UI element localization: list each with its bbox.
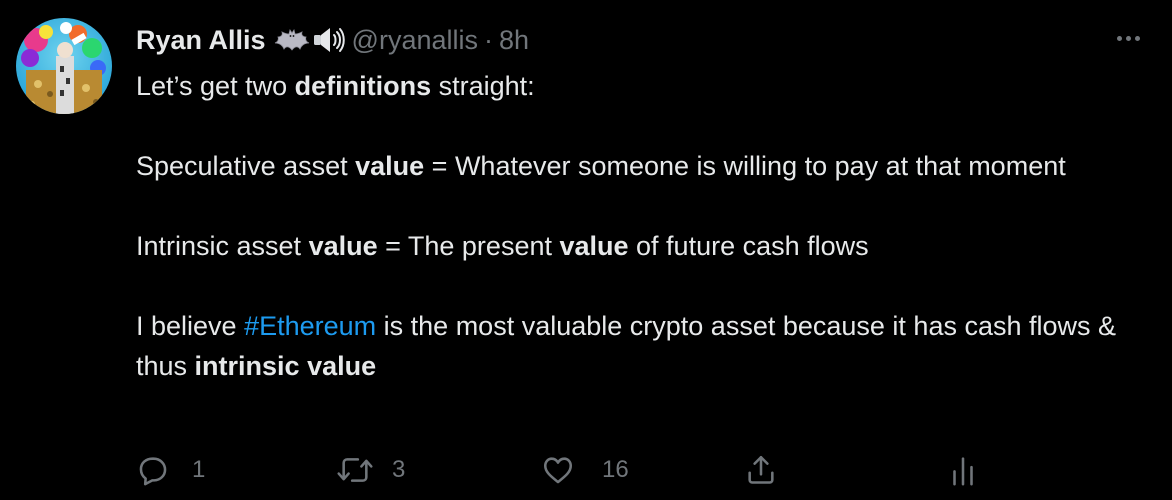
display-name[interactable]: Ryan Allis xyxy=(136,25,266,56)
text-segment: of future cash flows xyxy=(628,231,869,261)
heart-icon xyxy=(543,457,573,484)
text-segment: = The present xyxy=(377,231,560,261)
tweet-line-4: I believe #Ethereum is the most valuable… xyxy=(136,306,1156,386)
share-button[interactable] xyxy=(744,448,778,492)
reply-count: 1 xyxy=(192,456,206,483)
analytics-icon xyxy=(953,457,973,486)
like-count: 16 xyxy=(602,456,629,483)
handle[interactable]: @ryanallis xyxy=(352,25,478,56)
more-dot xyxy=(1125,35,1131,41)
avatar[interactable] xyxy=(16,18,112,114)
text-segment: Let’s get two xyxy=(136,71,295,101)
tweet-line-3: Intrinsic asset value = The present valu… xyxy=(136,226,1156,266)
more-options-button[interactable] xyxy=(1110,26,1146,50)
text-segment: Speculative asset xyxy=(136,151,356,181)
bat-emoji-icon xyxy=(274,29,309,51)
tweet-line-1: Let’s get two definitions straight: xyxy=(136,66,1156,106)
more-dot xyxy=(1134,35,1140,41)
tweet-text: Let’s get two definitions straight: Spec… xyxy=(136,66,1156,386)
reply-icon xyxy=(139,457,167,486)
speaker-emoji-icon xyxy=(313,28,345,52)
retweet-count: 3 xyxy=(392,456,406,483)
timestamp[interactable]: 8h xyxy=(499,25,529,56)
tweet-line-2: Speculative asset value = Whatever someo… xyxy=(136,146,1086,186)
avatar-image xyxy=(16,18,112,114)
hashtag-link[interactable]: #Ethereum xyxy=(244,311,376,341)
tweet-card[interactable]: Ryan Allis @ryanallis · 8h Let’s get two… xyxy=(0,0,1172,500)
separator-dot: · xyxy=(484,24,493,55)
tweet-actions: 1 3 16 xyxy=(136,448,1146,492)
name-emojis xyxy=(274,26,346,54)
text-segment: straight: xyxy=(431,71,535,101)
text-segment: Intrinsic asset xyxy=(136,231,309,261)
retweet-icon xyxy=(337,458,373,482)
bold-text: value xyxy=(559,231,629,261)
bold-text: value xyxy=(308,231,378,261)
share-icon xyxy=(748,455,774,484)
reply-button[interactable]: 1 xyxy=(136,448,205,492)
bold-text: intrinsic value xyxy=(194,351,377,381)
text-segment: = Whatever someone is willing to pay at … xyxy=(424,151,1066,181)
retweet-button[interactable]: 3 xyxy=(336,448,405,492)
like-button[interactable]: 16 xyxy=(540,448,629,492)
bold-text: definitions xyxy=(294,71,432,101)
bold-text: value xyxy=(355,151,425,181)
more-horizontal-icon xyxy=(1116,35,1122,41)
text-segment: I believe xyxy=(136,311,245,341)
tweet-header: Ryan Allis @ryanallis · 8h xyxy=(136,20,529,60)
analytics-button[interactable] xyxy=(948,448,978,492)
